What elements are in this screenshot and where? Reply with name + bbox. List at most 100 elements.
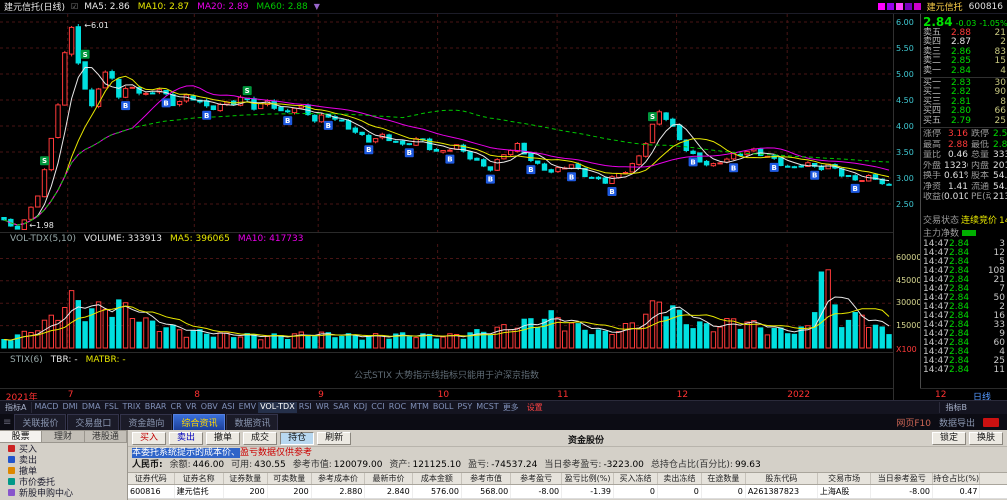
table-header-cell[interactable]: 参考市值 xyxy=(462,473,511,484)
color-swatch-icon[interactable] xyxy=(896,3,903,10)
tick-list[interactable]: 14:472.84314:472.841214:472.84514:472.84… xyxy=(921,240,1007,375)
info-tab[interactable]: 交易盘口 xyxy=(67,414,119,431)
trade-menu-item[interactable]: 市价委托 xyxy=(0,476,127,487)
export-link[interactable]: 数据导出 xyxy=(939,416,975,429)
trade-panel: 股票理财港股通 买入卖出撤单市价委托新股申购中心 买入卖出撤单成交持仓刷新 资金… xyxy=(0,430,1007,500)
table-header-cell[interactable]: 证券代码 xyxy=(128,473,175,484)
color-swatch-icon[interactable] xyxy=(905,3,912,10)
kline-chart[interactable]: SSBBBSBBBBBBBBBSBBBBB←6.01←1.98 xyxy=(0,14,893,232)
volume-chart[interactable] xyxy=(0,244,893,352)
main-force-row: 主力净数 xyxy=(921,227,1007,238)
tick-qty: 11 xyxy=(994,366,1005,375)
table-cell: 0.47 xyxy=(933,485,980,498)
trade-button[interactable]: 成交 xyxy=(243,432,277,445)
stat-row: 净资1.41流通54.7亿 xyxy=(921,182,1007,193)
ask-levels[interactable]: 卖五2.8821卖四2.872卖三2.8683卖二2.8515卖一2.844 xyxy=(921,29,1007,76)
indicator-tab[interactable]: ROC xyxy=(387,402,408,413)
info-tab[interactable]: 综合资讯 xyxy=(173,414,225,431)
indicator-tab[interactable]: VOL-TDX xyxy=(258,402,297,413)
stat-row: 涨停3.16跌停2.58 xyxy=(921,129,1007,140)
color-swatch-icon[interactable] xyxy=(878,3,885,10)
main-force-label: 主力净数 xyxy=(923,226,959,239)
checkbox-icon[interactable]: ☑ xyxy=(71,2,78,11)
bid-levels[interactable]: 买一2.8330买二2.8290买三2.818买四2.8066买五2.7925 xyxy=(921,79,1007,126)
table-header-cell[interactable]: 最新市价 xyxy=(365,473,412,484)
trade-button[interactable]: 撤单 xyxy=(206,432,240,445)
indicator-tab[interactable]: CR xyxy=(169,402,184,413)
volume-indicator-name: VOL-TDX(5,10) xyxy=(10,234,76,244)
table-row[interactable]: 600816建元信托2002002.8802.840576.00568.00-8… xyxy=(128,485,1007,499)
trade-side-tab[interactable]: 理财 xyxy=(42,430,84,443)
color-swatch-icon[interactable] xyxy=(914,3,921,10)
indicator-tab[interactable]: ASI xyxy=(220,402,237,413)
menu-icon[interactable]: ≡ xyxy=(3,417,11,428)
trade-button[interactable]: 卖出 xyxy=(169,432,203,445)
indicator-tab[interactable]: KDJ xyxy=(351,402,369,413)
indicator-tab[interactable]: 更多 xyxy=(501,402,521,413)
table-header-cell[interactable]: 参考成本价 xyxy=(312,473,366,484)
indicator-tab[interactable]: BRAR xyxy=(143,402,169,413)
account-fields: 余额:446.00可用:430.55参考市值:120079.00资产:12112… xyxy=(163,460,761,470)
table-header-cell[interactable]: 股东代码 xyxy=(746,473,818,484)
menu-item-label: 市价委托 xyxy=(19,476,55,487)
trade-side-tab[interactable]: 港股通 xyxy=(85,430,127,443)
svg-text:B: B xyxy=(853,185,858,193)
indicator-tab[interactable]: PSY xyxy=(455,402,474,413)
table-header-cell[interactable]: 参考盈亏 xyxy=(511,473,562,484)
indicator-b-label[interactable]: 指标B xyxy=(939,402,974,413)
info-tab[interactable]: 关联报价 xyxy=(14,414,66,431)
trade-menu-item[interactable]: 买入 xyxy=(0,443,127,454)
trade-side-tab[interactable]: 股票 xyxy=(0,430,42,443)
indicator-tab[interactable]: DMA xyxy=(80,402,103,413)
indicator-a-label[interactable]: 指标A xyxy=(0,402,32,413)
indicator-tab[interactable]: MCST xyxy=(474,402,500,413)
table-header-cell[interactable]: 持仓占比(%) xyxy=(933,473,980,484)
indicator-tab[interactable]: BOLL xyxy=(431,402,456,413)
indicator-tab[interactable]: DMI xyxy=(60,402,79,413)
trade-menu-item[interactable]: 卖出 xyxy=(0,454,127,465)
account-field-value: 121125.10 xyxy=(412,460,461,470)
trade-menu-item[interactable]: 新股申购中心 xyxy=(0,487,127,498)
indicator-tab[interactable]: RSI xyxy=(297,402,314,413)
indicator-tab[interactable]: MTM xyxy=(408,402,431,413)
indicator-tab[interactable]: EMV xyxy=(237,402,258,413)
indicator-tab[interactable]: TRIX xyxy=(120,402,142,413)
svg-text:S: S xyxy=(42,157,47,165)
indicator-tab[interactable]: VR xyxy=(184,402,199,413)
color-swatch-icon[interactable] xyxy=(887,3,894,10)
corner-button[interactable]: 锁定 xyxy=(932,432,966,445)
table-header-cell[interactable]: 交易市场 xyxy=(818,473,872,484)
indicator-tab[interactable]: CCI xyxy=(369,402,387,413)
table-header-cell[interactable]: 当日参考盈亏 xyxy=(871,473,933,484)
info-tab[interactable]: 资金趋向 xyxy=(120,414,172,431)
indicator-tab[interactable]: SAR xyxy=(331,402,351,413)
trade-button[interactable]: 持仓 xyxy=(280,432,314,445)
table-header-cell[interactable]: 卖出冻结 xyxy=(658,473,702,484)
trade-button[interactable]: 买入 xyxy=(132,432,166,445)
stix-panel[interactable]: STIX(6) TBR: - MATBR: - 公式STIX 大势指示线指标只能… xyxy=(0,352,893,388)
chevron-down-icon[interactable]: ▼ xyxy=(314,2,320,11)
svg-text:B: B xyxy=(609,188,614,196)
trade-menu-item[interactable]: 撤单 xyxy=(0,465,127,476)
table-header-cell[interactable]: 买入冻结 xyxy=(614,473,658,484)
price-axis-label: 3.00 xyxy=(896,174,914,183)
time-axis: 12 日线 2021年7891011122022 xyxy=(0,388,1007,400)
table-header-cell[interactable]: 可卖数量 xyxy=(268,473,312,484)
table-header-cell[interactable]: 证券名称 xyxy=(175,473,224,484)
table-header-cell[interactable]: 在途数量 xyxy=(702,473,746,484)
table-header-cell[interactable]: 盈亏比例(%) xyxy=(562,473,614,484)
indicator-tab[interactable]: MACD xyxy=(32,402,60,413)
table-header-cell[interactable]: 证券数量 xyxy=(224,473,268,484)
f10-link[interactable]: 网页F10 xyxy=(896,416,931,429)
indicator-settings-button[interactable]: 设置 xyxy=(521,402,549,413)
indicator-tab[interactable]: OBV xyxy=(199,402,220,413)
info-tab[interactable]: 数据资讯 xyxy=(226,414,278,431)
quote-panel[interactable]: 2.84 -0.03 -1.05% 卖五2.8821卖四2.872卖三2.868… xyxy=(920,14,1007,388)
trade-button[interactable]: 刷新 xyxy=(317,432,351,445)
indicator-tab[interactable]: WR xyxy=(314,402,331,413)
indicator-tab[interactable]: FSL xyxy=(102,402,120,413)
corner-button[interactable]: 换肤 xyxy=(969,432,1003,445)
table-header-cell[interactable]: 成本金额 xyxy=(413,473,462,484)
holdings-table-body[interactable]: 600816建元信托2002002.8802.840576.00568.00-8… xyxy=(128,485,1007,499)
level-price: 2.84 xyxy=(945,67,971,76)
